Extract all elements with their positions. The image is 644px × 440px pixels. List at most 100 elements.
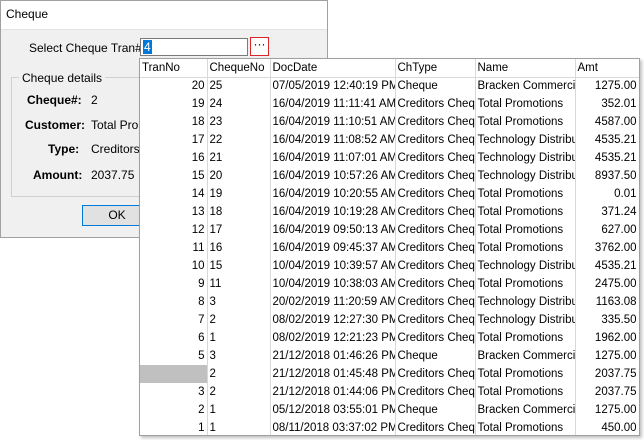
cell-chtype: Creditors Cheque: [395, 149, 476, 167]
col-header-name[interactable]: Name: [475, 59, 576, 78]
table-row[interactable]: 16 21 16/04/2019 11:07:01 AM Creditors Cheq…: [140, 149, 639, 167]
cell-tranno: 3: [140, 383, 208, 401]
col-header-tranno[interactable]: TranNo: [140, 59, 208, 78]
cell-chtype: Creditors Cheque: [395, 329, 476, 347]
cell-chequeno: 23: [207, 113, 271, 131]
cell-amt: 352.01: [575, 95, 639, 113]
cell-docdate: 16/04/2019 11:10:51 AM: [270, 113, 396, 131]
cell-chequeno: 2: [207, 311, 271, 329]
table-row[interactable]: 15 20 16/04/2019 10:57:26 AM Creditors Cheq…: [140, 167, 639, 185]
cell-name: Total Promotions: [475, 383, 576, 401]
cell-name: Technology Distributors: [475, 293, 576, 311]
cell-amt: 0.01: [575, 185, 639, 203]
table-row[interactable]: 1108/11/2018 03:37:02 PMCreditors Cheque…: [140, 419, 639, 435]
cell-name: Technology Distributors: [475, 311, 576, 329]
tran-input-value: 4: [143, 40, 152, 54]
table-row[interactable]: 4221/12/2018 01:45:48 PMCreditors Cheque…: [140, 365, 639, 383]
cell-chequeno: 11: [207, 275, 271, 293]
table-row[interactable]: 91110/04/2019 10:38:03 AMCreditors Chequ…: [140, 275, 639, 293]
table-row[interactable]: 12 17 16/04/2019 09:50:13 AM Creditors Cheq…: [140, 221, 639, 239]
cell-name: Technology Distributors: [475, 131, 576, 149]
cell-tranno: 20: [140, 77, 208, 95]
cell-chequeno: 25: [207, 77, 271, 95]
cell-chequeno: 16: [207, 239, 271, 257]
cell-chequeno: 22: [207, 131, 271, 149]
cell-chequeno: 19: [207, 185, 271, 203]
cell-name: Total Promotions: [475, 419, 576, 435]
cell-docdate: 16/04/2019 11:07:01 AM: [270, 149, 396, 167]
cell-amt: 4587.00: [575, 113, 639, 131]
cell-amt: 2037.75: [575, 383, 639, 401]
cell-chtype: Creditors Cheque: [395, 275, 476, 293]
col-header-docdate[interactable]: DocDate: [270, 59, 396, 78]
cell-tranno: 1: [140, 419, 208, 435]
table-row[interactable]: 8320/02/2019 11:20:59 AMCreditors Cheque…: [140, 293, 639, 311]
cell-tranno: 8: [140, 293, 208, 311]
cell-amt: 371.24: [575, 203, 639, 221]
cell-chtype: Creditors Cheque: [395, 239, 476, 257]
cell-chtype: Creditors Cheque: [395, 131, 476, 149]
cell-tranno: 13: [140, 203, 208, 221]
cheque-table: TranNo ChequeNo DocDate ChType Name Amt …: [140, 59, 639, 435]
cell-chequeno: 1: [207, 401, 271, 419]
type-label: Type:: [48, 142, 80, 156]
cheque-number-value: 2: [91, 93, 98, 107]
title-bar[interactable]: Cheque: [1, 1, 327, 30]
cell-docdate: 16/04/2019 10:19:28 AM: [270, 203, 396, 221]
cell-chtype: Creditors Cheque: [395, 311, 476, 329]
cell-chequeno: 3: [207, 347, 271, 365]
cheque-details-title: Cheque details: [19, 71, 106, 85]
col-header-chtype[interactable]: ChType: [395, 59, 476, 78]
table-row[interactable]: 6108/02/2019 12:21:23 PMCreditors Cheque…: [140, 329, 639, 347]
cell-tranno: 7: [140, 311, 208, 329]
cell-name: Bracken Commercial: [475, 77, 576, 95]
cell-chtype: Cheque: [395, 347, 476, 365]
table-row[interactable]: 5 3 21/12/2018 01:46:26 PM Cheque Bracken Co…: [140, 347, 639, 365]
cell-chequeno: 2: [207, 365, 271, 383]
cell-chtype: Creditors Cheque: [395, 185, 476, 203]
cell-chtype: Creditors Cheque: [395, 365, 476, 383]
table-row[interactable]: 2 1 05/12/2018 03:55:01 PM Cheque Bracken Co…: [140, 401, 639, 419]
table-row[interactable]: 14 19 16/04/2019 10:20:55 AM Creditors Cheq…: [140, 185, 639, 203]
cell-chequeno: 24: [207, 95, 271, 113]
cell-tranno: 9: [140, 275, 208, 293]
cell-name: Total Promotions: [475, 113, 576, 131]
customer-label: Customer:: [25, 118, 86, 132]
cell-docdate: 21/12/2018 01:44:06 PM: [270, 383, 396, 401]
cell-amt: 1275.00: [575, 347, 639, 365]
select-tran-label: Select Cheque Tran#: [29, 41, 142, 55]
table-row[interactable]: 13 18 16/04/2019 10:19:28 AM Creditors Cheq…: [140, 203, 639, 221]
table-row[interactable]: 11 16 16/04/2019 09:45:37 AM Creditors Cheq…: [140, 239, 639, 257]
dialog-title: Cheque: [6, 7, 49, 21]
cell-chequeno: 2: [207, 383, 271, 401]
table-row[interactable]: 20 25 07/05/2019 12:40:19 PM Cheque Bracken …: [140, 77, 639, 95]
header-row: TranNo ChequeNo DocDate ChType Name Amt: [140, 59, 639, 78]
cell-name: Total Promotions: [475, 221, 576, 239]
cell-docdate: 05/12/2018 03:55:01 PM: [270, 401, 396, 419]
cell-chtype: Cheque: [395, 401, 476, 419]
cell-docdate: 21/12/2018 01:45:48 PM: [270, 365, 396, 383]
table-row[interactable]: 3221/12/2018 01:44:06 PMCreditors Cheque…: [140, 383, 639, 401]
cell-chtype: Creditors Cheque: [395, 167, 476, 185]
cell-name: Total Promotions: [475, 185, 576, 203]
tran-input[interactable]: 4: [140, 38, 248, 56]
cell-tranno: 14: [140, 185, 208, 203]
cell-docdate: 07/05/2019 12:40:19 PM: [270, 77, 396, 95]
cell-tranno: 10: [140, 257, 208, 275]
col-header-amt[interactable]: Amt: [575, 59, 639, 78]
cell-amt: 2037.75: [575, 365, 639, 383]
cell-chequeno: 15: [207, 257, 271, 275]
cell-docdate: 08/11/2018 03:37:02 PM: [270, 419, 396, 435]
table-row[interactable]: 10 15 10/04/2019 10:39:57 AM Creditors Cheq…: [140, 257, 639, 275]
table-row[interactable]: 18 23 16/04/2019 11:10:51 AM Creditors Cheq…: [140, 113, 639, 131]
table-row[interactable]: 17 22 16/04/2019 11:08:52 AM Creditors Cheq…: [140, 131, 639, 149]
cell-amt: 450.00: [575, 419, 639, 435]
browse-tran-button[interactable]: ···: [250, 37, 269, 56]
table-row[interactable]: 7208/02/2019 12:27:30 PMCreditors Cheque…: [140, 311, 639, 329]
table-row[interactable]: 19 24 16/04/2019 11:11:41 AM Creditors Cheq…: [140, 95, 639, 113]
cell-name: Bracken Commercial: [475, 401, 576, 419]
cheque-lookup-grid[interactable]: TranNo ChequeNo DocDate ChType Name Amt …: [139, 58, 640, 436]
cell-tranno: 19: [140, 95, 208, 113]
col-header-chequeno[interactable]: ChequeNo: [207, 59, 271, 78]
cell-chequeno: 3: [207, 293, 271, 311]
